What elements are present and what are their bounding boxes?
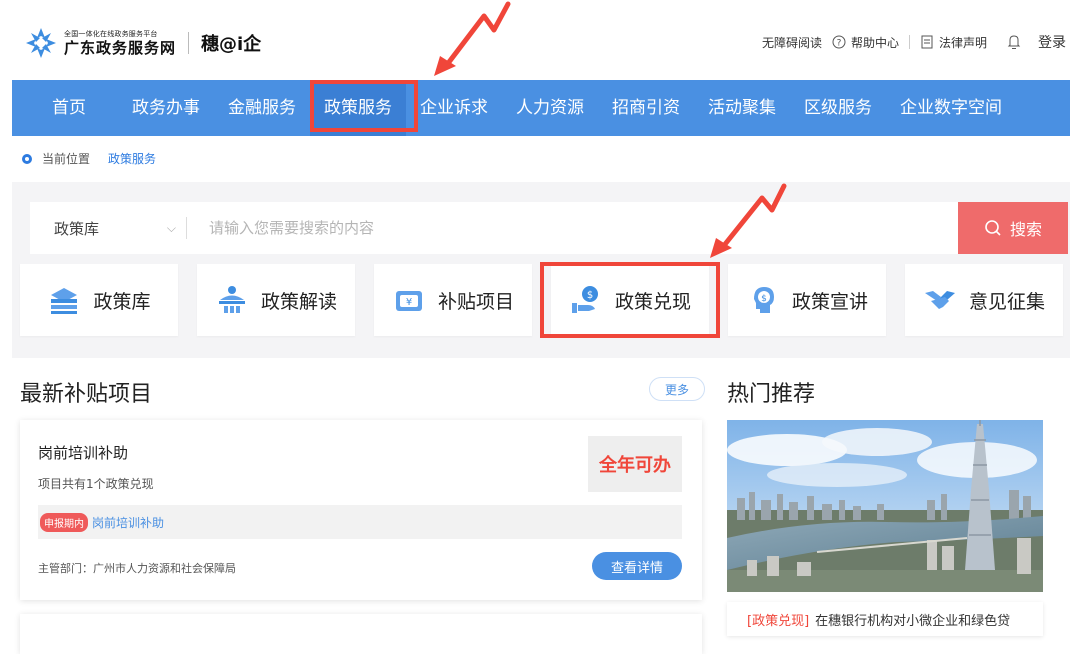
top-header: 全国一体化在线政务服务平台 广东政务服务网 穗@i企 无障碍阅读 ? 帮助中心 …: [0, 0, 1080, 80]
view-details-button[interactable]: 查看详情: [592, 552, 682, 580]
hot-recommendation-caption[interactable]: [政策兑现] 在穗银行机构对小微企业和绿色贷: [727, 602, 1043, 636]
card-policy-interpretation[interactable]: 政策解读: [197, 264, 355, 336]
top-links: 无障碍阅读 ? 帮助中心 法律声明 登录: [752, 32, 1066, 52]
nav-item-digital-space[interactable]: 企业数字空间: [886, 80, 1016, 136]
nav-item-investment[interactable]: 招商引资: [598, 80, 694, 136]
logo-divider: [188, 32, 190, 54]
svg-text:¥: ¥: [406, 297, 412, 308]
search-category-select[interactable]: 政策库 ⌵: [30, 218, 186, 239]
search-button[interactable]: 搜索: [958, 202, 1068, 254]
department-text: 主管部门：广州市人力资源和社会保障局: [38, 562, 236, 575]
hot-recommendations-title: 热门推荐: [727, 382, 816, 407]
nav-item-human-resources[interactable]: 人力资源: [502, 80, 598, 136]
subsidy-item-card[interactable]: 岗前培训补助 项目共有1个政策兑现 全年可办 申报期内 岗前培训补助 主管部门：…: [20, 420, 702, 600]
help-icon: ?: [832, 35, 846, 49]
logo-title: 广东政务服务网: [64, 38, 177, 57]
nav-item-district-services[interactable]: 区级服务: [790, 80, 886, 136]
feedback-icon: [924, 291, 955, 309]
nav-item-government-affairs[interactable]: 政务办事: [118, 80, 214, 136]
policy-briefing-icon: $: [753, 287, 774, 313]
status-tag: 申报期内: [40, 512, 88, 532]
search-row: 政策库 ⌵ 搜索: [30, 202, 1068, 254]
help-center-label: 帮助中心: [850, 35, 899, 50]
card-label: 政策库: [93, 290, 151, 313]
login-link[interactable]: 登录: [1038, 32, 1066, 52]
nav-item-finance[interactable]: 金融服务: [214, 80, 310, 136]
breadcrumb-current[interactable]: 政策服务: [108, 150, 156, 167]
svg-text:$: $: [761, 294, 767, 304]
card-highlight-box: [540, 262, 720, 338]
card-subsidy-projects[interactable]: ¥ 补贴项目: [374, 264, 532, 336]
logo-subtitle: 全国一体化在线政务服务平台: [64, 29, 158, 38]
latest-subsidies-title: 最新补贴项目: [20, 382, 153, 407]
subsidy-cashing-row: 申报期内 岗前培训补助: [38, 505, 682, 539]
annotation-arrow-icon: [710, 183, 787, 258]
city-skyline-image: [727, 420, 1043, 592]
document-icon: [921, 35, 933, 49]
site-logo[interactable]: 全国一体化在线政务服务平台 广东政务服务网 穗@i企: [24, 26, 261, 60]
search-icon: [985, 220, 1001, 236]
card-label: 补贴项目: [437, 290, 514, 313]
search-input[interactable]: [187, 208, 966, 248]
policy-library-icon: [51, 288, 78, 314]
svg-text:?: ?: [837, 39, 842, 49]
accessibility-link[interactable]: 无障碍阅读: [762, 34, 822, 51]
availability-badge: 全年可办: [588, 436, 682, 492]
card-policy-library[interactable]: 政策库: [20, 264, 178, 336]
legal-label: 法律声明: [938, 35, 987, 50]
card-label: 意见征集: [968, 290, 1045, 313]
search-box: 政策库 ⌵: [30, 202, 966, 254]
card-label: 政策解读: [260, 290, 337, 313]
caption-category: [政策兑现]: [747, 613, 810, 629]
breadcrumb: 当前位置 政策服务: [22, 150, 156, 167]
bell-icon: [1007, 35, 1021, 49]
hot-recommendation-image[interactable]: [727, 420, 1043, 592]
subsidy-name[interactable]: 岗前培训补助: [38, 442, 128, 463]
nav-highlight-box: [310, 80, 418, 132]
subsidy-item-card-next[interactable]: [20, 614, 702, 654]
policy-interpretation-icon: [218, 286, 245, 313]
search-category-value: 政策库: [54, 219, 100, 238]
nav-item-events[interactable]: 活动聚集: [694, 80, 790, 136]
subsidy-count-text: 项目共有1个政策兑现: [38, 477, 154, 491]
caption-text: 在穗银行机构对小微企业和绿色贷: [815, 613, 1011, 629]
location-icon: [22, 153, 32, 164]
annotation-arrow-icon: [434, 1, 511, 76]
chevron-down-icon: ⌵: [166, 220, 176, 235]
search-button-label: 搜索: [1009, 220, 1042, 239]
link-divider: [908, 35, 910, 49]
card-policy-briefing[interactable]: $ 政策宣讲: [728, 264, 886, 336]
notification-button[interactable]: [997, 33, 1028, 51]
subsidy-icon: ¥: [395, 291, 422, 311]
card-feedback-collection[interactable]: 意见征集: [905, 264, 1063, 336]
legal-link[interactable]: 法律声明: [920, 34, 987, 51]
brand-name: 穗@i企: [201, 34, 262, 55]
more-button[interactable]: 更多: [649, 377, 705, 401]
nav-item-home[interactable]: 首页: [38, 80, 100, 136]
cashing-item-link[interactable]: 岗前培训补助: [92, 514, 164, 531]
card-label: 政策宣讲: [791, 290, 868, 313]
main-nav: 首页 政务办事 金融服务 政策服务 企业诉求 人力资源 招商引资 活动聚集 区级…: [12, 80, 1070, 136]
breadcrumb-label: 当前位置: [42, 152, 91, 166]
logo-icon: [26, 28, 56, 58]
help-center-link[interactable]: ? 帮助中心: [832, 34, 899, 51]
nav-item-enterprise-appeals[interactable]: 企业诉求: [406, 80, 502, 136]
